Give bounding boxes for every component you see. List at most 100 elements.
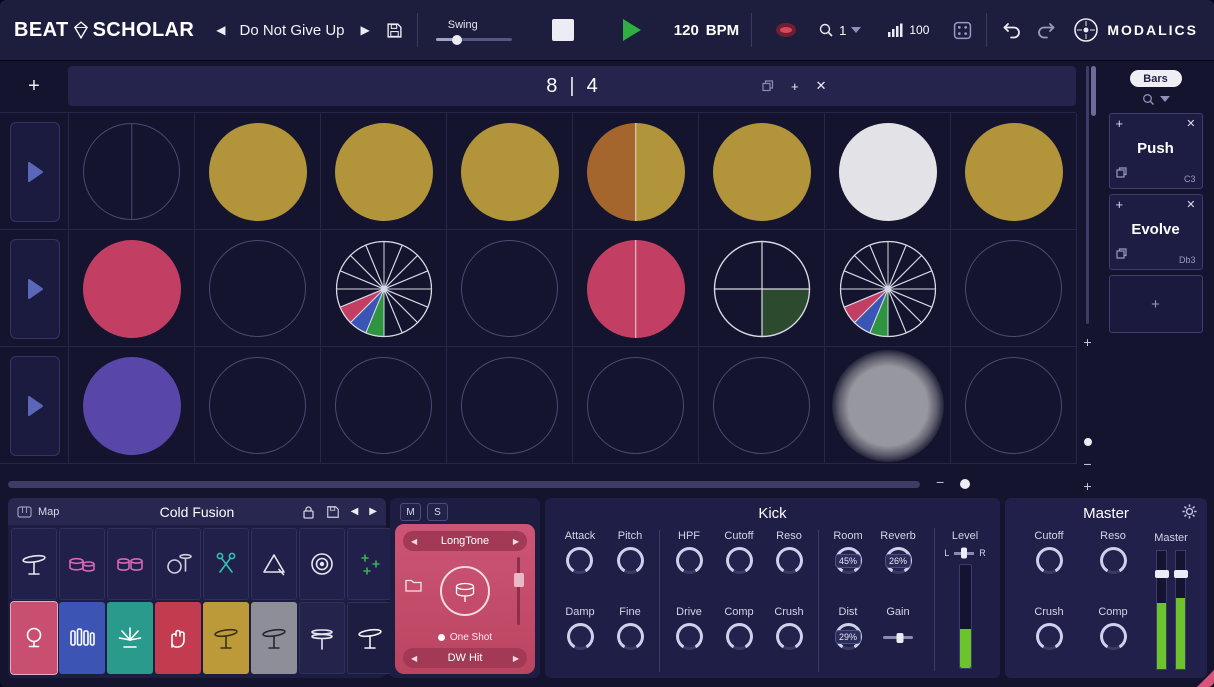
lane-play-button[interactable]	[10, 356, 60, 456]
step-cell[interactable]	[321, 113, 447, 230]
step-cell[interactable]	[825, 347, 951, 464]
knob-hpf[interactable]	[676, 547, 703, 574]
knob-cutoff[interactable]	[1036, 547, 1063, 574]
knob-crush[interactable]	[1036, 623, 1063, 650]
horizontal-scrollbar[interactable]	[8, 481, 920, 488]
knob-damp[interactable]	[567, 623, 594, 650]
prev-kit-button[interactable]: ◀	[351, 506, 359, 517]
mini-slider-gain[interactable]	[883, 636, 913, 639]
bars-toggle[interactable]: Bars	[1130, 70, 1182, 87]
master-fader-left[interactable]	[1156, 550, 1167, 670]
map-label[interactable]: Map	[38, 506, 59, 518]
pan-slider-thumb[interactable]	[961, 548, 967, 559]
vertical-scrollbar-track[interactable]	[1086, 66, 1089, 324]
toms-pad[interactable]	[107, 528, 153, 600]
vertical-zoom-in[interactable]: +	[1080, 478, 1095, 494]
knob-crush[interactable]	[776, 623, 803, 650]
triangle-pad[interactable]	[251, 528, 297, 600]
crash2-cymbal-pad[interactable]	[251, 602, 297, 674]
dice-icon[interactable]	[951, 19, 974, 42]
step-cell[interactable]	[951, 113, 1077, 230]
step-cell[interactable]	[447, 113, 573, 230]
step-cell[interactable]	[573, 230, 699, 347]
one-shot-toggle[interactable]: One Shot	[438, 632, 492, 643]
step-cell[interactable]	[321, 230, 447, 347]
step-cell[interactable]	[447, 230, 573, 347]
swing-slider[interactable]	[436, 38, 512, 41]
vertical-zoom-out[interactable]: −	[1080, 456, 1095, 472]
add-lane-button[interactable]: +	[10, 69, 58, 103]
close-icon[interactable]: ✕	[1186, 198, 1195, 211]
add-pattern-card[interactable]: +	[1109, 275, 1203, 333]
zoom-selector[interactable]: 1	[818, 22, 861, 38]
fader-thumb[interactable]	[1155, 570, 1169, 578]
zoom-slider-handle[interactable]	[960, 479, 970, 489]
knob-comp[interactable]	[1100, 623, 1127, 650]
step-cell[interactable]	[699, 230, 825, 347]
crash-cymbal-pad[interactable]	[11, 528, 57, 600]
drum-kit-pad[interactable]	[59, 528, 105, 600]
prev-sample[interactable]: ◀	[411, 654, 417, 663]
pan-slider[interactable]	[954, 552, 974, 555]
save-icon[interactable]	[384, 20, 405, 41]
knob-comp[interactable]	[726, 623, 753, 650]
zoom-out-button[interactable]: −	[936, 474, 944, 490]
hihat-pad[interactable]	[299, 602, 345, 674]
level-fader[interactable]	[959, 564, 972, 669]
next-kit-button[interactable]: ▶	[369, 506, 377, 517]
prev-articulation[interactable]: ◀	[411, 537, 417, 546]
step-cell[interactable]	[951, 230, 1077, 347]
modalics-brand[interactable]: MODALICS	[1073, 17, 1198, 43]
gear-icon[interactable]	[1182, 504, 1197, 524]
output-meter[interactable]: 100	[887, 22, 929, 38]
bpm-display[interactable]: 120 BPM	[674, 22, 739, 39]
step-cell[interactable]	[447, 347, 573, 464]
sample-volume-thumb[interactable]	[514, 573, 524, 587]
duplicate-icon[interactable]	[1116, 165, 1127, 183]
step-cell[interactable]	[825, 113, 951, 230]
knob-reverb[interactable]: 26%	[885, 547, 912, 574]
add-icon[interactable]: +	[1116, 116, 1124, 131]
remove-bar-button[interactable]: ✕	[816, 78, 827, 94]
pattern-card-push[interactable]: +✕PushC3	[1109, 113, 1203, 189]
play-button[interactable]	[618, 15, 646, 45]
resize-handle[interactable]	[1197, 670, 1214, 687]
step-cell[interactable]	[69, 347, 195, 464]
step-cell[interactable]	[195, 230, 321, 347]
folder-icon[interactable]	[405, 578, 422, 597]
duplicate-icon[interactable]	[1116, 246, 1127, 264]
sample-volume-slider[interactable]	[517, 557, 520, 625]
step-cell[interactable]	[69, 230, 195, 347]
add-bar-button[interactable]: +	[791, 79, 799, 94]
knob-room[interactable]: 45%	[835, 547, 862, 574]
step-cell[interactable]	[573, 347, 699, 464]
timesig-division[interactable]: 4	[587, 75, 598, 98]
vertical-zoom-handle[interactable]	[1084, 438, 1092, 446]
next-articulation[interactable]: ▶	[513, 537, 519, 546]
stop-button[interactable]	[552, 19, 574, 41]
knob-cutoff[interactable]	[726, 547, 753, 574]
solo-button[interactable]: S	[427, 503, 448, 521]
save-kit-icon[interactable]	[326, 505, 340, 519]
record-button[interactable]	[776, 23, 796, 37]
xylophone-pad[interactable]	[59, 602, 105, 674]
lock-icon[interactable]	[302, 505, 315, 519]
step-cell[interactable]	[951, 347, 1077, 464]
knob-attack[interactable]	[566, 547, 593, 574]
redo-button[interactable]	[1033, 19, 1059, 42]
kick-pad[interactable]	[11, 602, 57, 674]
add-icon[interactable]: +	[1116, 197, 1124, 212]
articulation-selector[interactable]: ◀ LongTone ▶	[403, 531, 527, 551]
knob-dist[interactable]: 29%	[835, 623, 862, 650]
knob-reso[interactable]	[1100, 547, 1127, 574]
swing-slider-thumb[interactable]	[452, 35, 462, 45]
knob-fine[interactable]	[617, 623, 644, 650]
master-fader-right[interactable]	[1175, 550, 1186, 670]
ride-cymbal-pad[interactable]	[203, 602, 249, 674]
clap-pad[interactable]	[155, 602, 201, 674]
step-cell[interactable]	[195, 113, 321, 230]
step-cell[interactable]	[69, 113, 195, 230]
lane-play-button[interactable]	[10, 239, 60, 339]
timesig-beats[interactable]: 8	[546, 75, 557, 98]
pattern-card-evolve[interactable]: +✕EvolveDb3	[1109, 194, 1203, 270]
